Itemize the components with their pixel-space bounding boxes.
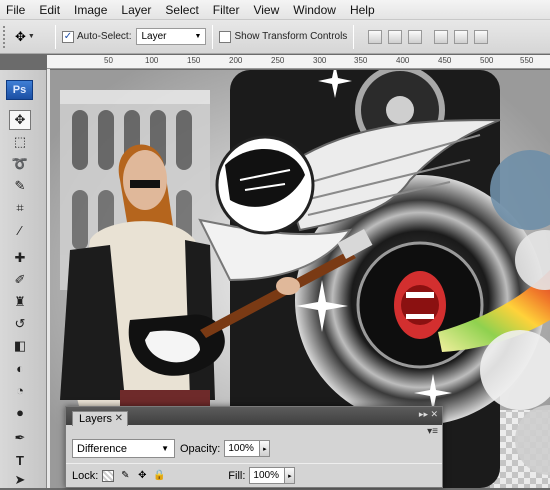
divider bbox=[66, 463, 442, 464]
ruler-label: 350 bbox=[354, 56, 368, 65]
lasso-tool-icon[interactable]: ➰ bbox=[9, 154, 31, 174]
menu-view[interactable]: View bbox=[253, 3, 279, 17]
horizontal-ruler: 50 100 150 200 250 300 350 400 450 500 5… bbox=[47, 55, 550, 69]
lock-pixels-icon[interactable]: ✎ bbox=[119, 470, 131, 482]
chevron-down-icon: ▼ bbox=[161, 444, 169, 453]
blur-tool-icon[interactable]: ◔ bbox=[9, 380, 31, 400]
panel-controls[interactable]: ▸▸ ✕ bbox=[419, 409, 438, 420]
brush-tool-icon[interactable]: ✐ bbox=[9, 270, 31, 290]
quick-select-tool-icon[interactable]: ✎ bbox=[9, 176, 31, 196]
close-icon[interactable]: ✕ bbox=[115, 413, 123, 424]
auto-select-label: Auto-Select: bbox=[77, 31, 132, 42]
opacity-input[interactable]: 100% bbox=[224, 440, 261, 457]
toolbox: Ps ✥ ⬚ ➰ ✎ ⌗ ⁄ ✚ ✐ ♜ ↺ ◧ ◐ ◔ ● ✒ T ➤ bbox=[0, 70, 47, 488]
layers-panel-titlebar[interactable]: Layers ✕ ▸▸ ✕ bbox=[66, 407, 442, 426]
menu-filter[interactable]: Filter bbox=[213, 3, 240, 17]
lock-label: Lock: bbox=[72, 469, 99, 482]
align-horizontal-center-icon[interactable] bbox=[454, 29, 469, 44]
menu-file[interactable]: File bbox=[6, 3, 25, 17]
fill-label: Fill: bbox=[228, 469, 246, 482]
ruler-label: 100 bbox=[145, 56, 159, 65]
ruler-label: 500 bbox=[480, 56, 494, 65]
ruler-label: 400 bbox=[396, 56, 410, 65]
align-right-icon[interactable] bbox=[474, 29, 489, 44]
menu-help[interactable]: Help bbox=[350, 3, 375, 17]
lock-transparency-icon[interactable] bbox=[102, 469, 115, 482]
tab-layers-label: Layers bbox=[79, 413, 113, 425]
blend-mode-dropdown[interactable]: Difference ▼ bbox=[72, 439, 175, 458]
lock-fill-row: Lock: ✎ ✥ 🔒 Fill: 100% ▸ bbox=[72, 467, 438, 484]
ruler-label: 300 bbox=[313, 56, 327, 65]
move-tool-icon[interactable]: ✥ bbox=[9, 110, 31, 130]
menu-window[interactable]: Window bbox=[293, 3, 336, 17]
tab-layers[interactable]: Layers ✕ bbox=[72, 411, 128, 426]
menu-bar: File Edit Image Layer Select Filter View… bbox=[0, 0, 550, 20]
options-bar-grip[interactable] bbox=[3, 25, 9, 48]
divider bbox=[212, 24, 214, 49]
checkmark-icon: ✓ bbox=[63, 31, 73, 42]
clone-stamp-tool-icon[interactable]: ♜ bbox=[9, 292, 31, 312]
show-transform-checkbox[interactable]: Show Transform Controls bbox=[219, 30, 348, 43]
ruler-label: 200 bbox=[229, 56, 243, 65]
dodge-tool-icon[interactable]: ● bbox=[9, 402, 31, 422]
checkbox-box: ✓ bbox=[62, 30, 74, 43]
align-buttons bbox=[368, 29, 494, 44]
auto-select-dropdown[interactable]: Layer ▼ bbox=[136, 28, 207, 45]
gradient-tool-icon[interactable]: ◐ bbox=[9, 358, 31, 378]
photoshop-logo[interactable]: Ps bbox=[6, 80, 33, 100]
lock-all-icon[interactable]: 🔒 bbox=[153, 470, 165, 482]
tool-preset-picker[interactable]: ✥ ▼ bbox=[15, 29, 49, 45]
divider bbox=[353, 24, 355, 49]
ruler-label: 550 bbox=[520, 56, 534, 65]
menu-layer[interactable]: Layer bbox=[121, 3, 151, 17]
chevron-down-icon: ▼ bbox=[194, 33, 202, 40]
blend-mode-value: Difference bbox=[77, 442, 127, 455]
align-top-icon[interactable] bbox=[368, 29, 383, 44]
ruler-label: 150 bbox=[187, 56, 201, 65]
opacity-slider-toggle[interactable]: ▸ bbox=[260, 440, 271, 457]
align-bottom-icon[interactable] bbox=[408, 29, 423, 44]
ruler-label: 250 bbox=[271, 56, 285, 65]
ruler-label: 450 bbox=[438, 56, 452, 65]
fill-input[interactable]: 100% bbox=[249, 467, 286, 484]
divider bbox=[55, 24, 56, 49]
path-select-tool-icon[interactable]: ➤ bbox=[9, 470, 31, 490]
auto-select-checkbox[interactable]: ✓ Auto-Select: bbox=[62, 30, 132, 43]
type-tool-icon[interactable]: T bbox=[9, 450, 31, 470]
layers-panel: Layers ✕ ▸▸ ✕ ▾≡ Difference ▼ Opacity: 1… bbox=[65, 406, 443, 488]
lock-position-icon[interactable]: ✥ bbox=[136, 470, 148, 482]
menu-image[interactable]: Image bbox=[74, 3, 107, 17]
menu-select[interactable]: Select bbox=[165, 3, 198, 17]
chevron-down-icon: ▼ bbox=[27, 33, 35, 40]
panel-menu-icon[interactable]: ▾≡ bbox=[427, 426, 438, 437]
checkbox-box bbox=[219, 30, 232, 43]
auto-select-value: Layer bbox=[141, 31, 167, 42]
marquee-tool-icon[interactable]: ⬚ bbox=[9, 132, 31, 152]
history-brush-tool-icon[interactable]: ↺ bbox=[9, 314, 31, 334]
eraser-tool-icon[interactable]: ◧ bbox=[9, 336, 31, 356]
eyedropper-tool-icon[interactable]: ⁄ bbox=[9, 220, 31, 240]
move-tool-icon: ✥ bbox=[15, 28, 26, 44]
align-vertical-center-icon[interactable] bbox=[388, 29, 403, 44]
ruler-label: 50 bbox=[104, 56, 113, 65]
healing-brush-tool-icon[interactable]: ✚ bbox=[9, 248, 31, 268]
pen-tool-icon[interactable]: ✒ bbox=[9, 428, 31, 448]
blend-opacity-row: Difference ▼ Opacity: 100% ▸ bbox=[72, 439, 271, 458]
show-transform-label: Show Transform Controls bbox=[234, 31, 348, 42]
menu-edit[interactable]: Edit bbox=[39, 3, 60, 17]
align-left-icon[interactable] bbox=[434, 29, 449, 44]
opacity-label: Opacity: bbox=[180, 442, 221, 455]
fill-slider-toggle[interactable]: ▸ bbox=[285, 467, 296, 484]
crop-tool-icon[interactable]: ⌗ bbox=[9, 198, 31, 218]
options-bar: ✥ ▼ ✓ Auto-Select: Layer ▼ Show Transfor… bbox=[0, 20, 550, 54]
